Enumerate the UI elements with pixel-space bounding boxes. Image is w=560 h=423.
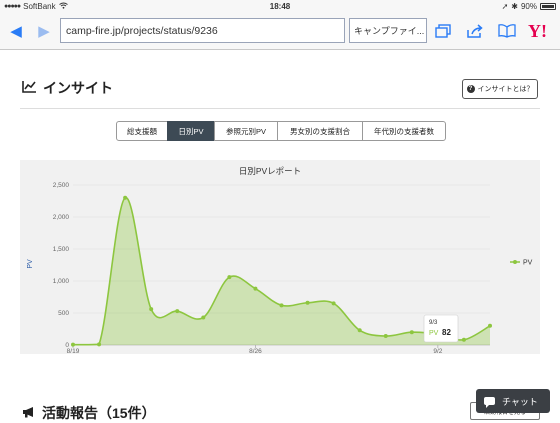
pv-data-point[interactable] — [201, 315, 206, 320]
y-axis-title: PV — [27, 259, 34, 269]
tab-referrer-pv[interactable]: 参照元別PV — [214, 121, 278, 141]
megaphone-icon — [22, 405, 36, 421]
tab-age-supporters[interactable]: 年代別の支援者数 — [362, 121, 446, 141]
divider — [20, 108, 540, 109]
pv-data-point[interactable] — [357, 328, 362, 333]
insight-title: インサイト — [43, 80, 113, 96]
pv-data-point[interactable] — [253, 286, 258, 291]
pv-data-point[interactable] — [227, 275, 232, 280]
signal-icon: ●●●●● — [4, 2, 21, 10]
tab-total-support[interactable]: 総支援額 — [116, 121, 168, 141]
chart-title: 日別PVレポート — [239, 166, 301, 176]
y-tick-label: 2,500 — [53, 182, 70, 189]
insight-help-label: インサイトとは？ — [477, 86, 534, 93]
battery-icon — [540, 2, 556, 10]
x-tick-label: 8/26 — [249, 348, 262, 354]
x-tick-label: 9/2 — [433, 348, 442, 354]
pv-chart: 05001,0001,5002,0002,5008/19 8/26 9/2 日別PV… — [27, 166, 533, 354]
chat-button[interactable]: チャット — [476, 389, 550, 413]
wifi-icon — [58, 2, 68, 11]
carrier-name: SoftBank — [23, 1, 56, 11]
tooltip-date: 9/3 — [429, 320, 438, 326]
activity-heading: 活動報告（15件） — [22, 403, 156, 423]
tab-daily-pv[interactable]: 日別PV — [167, 121, 215, 141]
chart-legend[interactable]: PV — [510, 260, 533, 267]
back-arrow-icon[interactable]: ◀ — [4, 19, 28, 43]
insight-tabs: 総支援額 日別PV 参照元別PV 男女別の支援割合 年代別の支援者数 — [116, 121, 446, 141]
pv-data-point[interactable] — [149, 307, 154, 312]
clock: 18:48 — [269, 1, 291, 11]
x-tick-label: 8/19 — [67, 348, 80, 354]
tab-gender-ratio[interactable]: 男女別の支援割合 — [277, 121, 363, 141]
pv-data-point[interactable] — [305, 300, 310, 305]
y-tick-label: 1,500 — [53, 246, 70, 253]
tabs-icon[interactable] — [432, 20, 454, 42]
location-icon: ➚ — [501, 1, 509, 11]
search-field[interactable]: キャンプファイ... — [349, 18, 427, 43]
legend-label: PV — [523, 260, 533, 267]
pv-data-point[interactable] — [488, 323, 492, 328]
pv-data-point[interactable] — [175, 309, 180, 314]
pv-data-point[interactable] — [97, 342, 102, 347]
page-content: インサイト ? インサイトとは？ 総支援額 日別PV 参照元別PV 男女別の支援… — [0, 51, 560, 423]
chat-label: チャット — [502, 396, 538, 407]
pv-data-point[interactable] — [279, 303, 284, 308]
y-tick-label: 2,000 — [53, 214, 70, 221]
bookmarks-icon[interactable] — [496, 20, 518, 42]
pv-data-point[interactable] — [71, 342, 75, 347]
chart-tooltip: 9/3 PV 82 — [423, 314, 459, 343]
yahoo-logo-icon[interactable]: Y! — [528, 21, 547, 42]
chat-bubble-icon — [484, 397, 495, 408]
y-tick-label: 1,000 — [53, 278, 70, 285]
pv-data-point[interactable] — [409, 330, 414, 335]
pv-data-point[interactable] — [331, 301, 336, 306]
ios-status-bar: ●●●●● SoftBank 18:48 ➚ ✱ 90% — [0, 0, 560, 12]
pv-data-point[interactable] — [461, 337, 466, 342]
pv-data-point[interactable] — [383, 334, 388, 339]
activity-title: 活動報告（15件） — [42, 405, 156, 421]
share-icon[interactable] — [464, 20, 486, 42]
browser-toolbar: ◀ ▶ camp-fire.jp/projects/status/9236 キャ… — [0, 12, 560, 50]
insight-help-button[interactable]: ? インサイトとは？ — [462, 79, 538, 99]
battery-percent: 90% — [520, 1, 537, 11]
pv-data-point[interactable] — [123, 195, 128, 200]
tooltip-series: PV — [429, 330, 439, 337]
insight-heading: インサイト — [22, 78, 113, 98]
line-chart-icon — [22, 80, 37, 96]
bluetooth-icon: ✱ — [511, 1, 518, 11]
address-bar[interactable]: camp-fire.jp/projects/status/9236 — [60, 18, 345, 43]
forward-arrow-icon[interactable]: ▶ — [32, 19, 56, 43]
question-icon: ? — [466, 85, 475, 93]
tooltip-value: 82 — [442, 328, 451, 337]
y-tick-label: 500 — [58, 310, 69, 317]
legend-marker — [513, 260, 517, 264]
pv-chart-panel: 0 500 1,000 1,500 2,000 2,500 8/19 8/26 9/2 日別PV… — [20, 160, 540, 354]
